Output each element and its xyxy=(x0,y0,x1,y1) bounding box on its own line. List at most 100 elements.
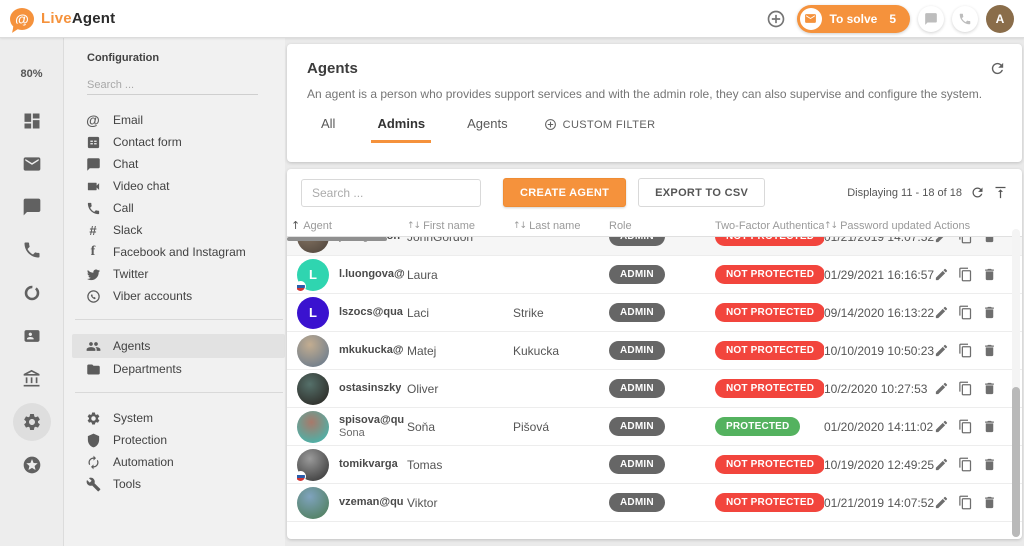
to-solve-button[interactable]: To solve 5 xyxy=(796,4,910,33)
export-csv-button[interactable]: EXPORT TO CSV xyxy=(638,178,766,207)
agent-row[interactable]: mkukucka@ Matej Kukucka ADMIN NOT PROTECTED 1… xyxy=(287,332,1022,370)
agent-email: tomikvarga xyxy=(339,458,398,470)
config-item-email[interactable]: @ Email xyxy=(64,109,285,131)
delete-icon[interactable] xyxy=(982,237,997,244)
horizontal-scrollbar-thumb[interactable] xyxy=(287,237,387,241)
config-divider xyxy=(75,319,283,320)
configuration-search-input[interactable] xyxy=(87,76,258,95)
edit-icon[interactable] xyxy=(934,305,949,320)
edit-icon[interactable] xyxy=(934,495,949,510)
agent-row[interactable]: Ll.luongova@ Laura ADMIN NOT PROTECTED 01/29… xyxy=(287,256,1022,294)
column-header-agent[interactable]: ↑ Agent xyxy=(291,219,407,232)
chat-icon xyxy=(85,157,101,172)
delete-icon[interactable] xyxy=(982,343,997,358)
delete-icon[interactable] xyxy=(982,495,997,510)
vertical-scrollbar-track[interactable] xyxy=(1012,229,1020,537)
delete-icon[interactable] xyxy=(982,457,997,472)
config-item-automation[interactable]: Automation xyxy=(64,451,285,473)
people-icon xyxy=(85,339,101,354)
agent-row[interactable]: vzeman@qu Viktor ADMIN NOT PROTECTED 01/21/2… xyxy=(287,484,1022,522)
column-header-actions: Actions xyxy=(934,219,971,232)
rail-mail-icon[interactable] xyxy=(13,145,51,183)
tab-custom-filter[interactable]: CUSTOM FILTER xyxy=(544,118,656,143)
agent-avatar xyxy=(297,372,329,405)
copy-icon[interactable] xyxy=(958,237,973,244)
agent-row[interactable]: johngordonJohnGordonADMINNOT PROTECTED01… xyxy=(287,237,1022,256)
phone-icon[interactable] xyxy=(952,5,978,32)
edit-icon[interactable] xyxy=(934,457,949,472)
config-item-protection[interactable]: Protection xyxy=(64,429,285,451)
edit-icon[interactable] xyxy=(934,343,949,358)
copy-icon[interactable] xyxy=(958,305,973,320)
copy-icon[interactable] xyxy=(958,419,973,434)
copy-icon[interactable] xyxy=(958,381,973,396)
copy-icon[interactable] xyxy=(958,343,973,358)
delete-icon[interactable] xyxy=(982,419,997,434)
refresh-icon[interactable] xyxy=(989,60,1006,77)
envelope-icon xyxy=(799,7,822,30)
rail-chat-icon[interactable] xyxy=(13,188,51,226)
table-header-row: ↑ Agent ↑↓ First name ↑↓ Last name Role Two-Fac… xyxy=(287,215,1022,237)
create-agent-button[interactable]: CREATE AGENT xyxy=(503,178,627,207)
page-description: An agent is a person who provides suppor… xyxy=(307,87,983,101)
chat-icon[interactable] xyxy=(918,5,944,32)
delete-icon[interactable] xyxy=(982,267,997,282)
scroll-to-top-icon[interactable] xyxy=(993,185,1008,200)
column-header-first-name[interactable]: ↑↓ First name xyxy=(407,220,513,232)
agent-email: spisova@qu Sona xyxy=(339,413,405,439)
config-item-system[interactable]: System xyxy=(64,407,285,429)
agent-avatar: L xyxy=(297,296,329,329)
config-item-call[interactable]: Call xyxy=(64,197,285,219)
agent-first-name: Matej xyxy=(407,343,437,358)
config-item-tools[interactable]: Tools xyxy=(64,473,285,495)
config-item-contact-form[interactable]: Contact form xyxy=(64,131,285,153)
rail-dashboard-icon[interactable] xyxy=(13,102,51,140)
rail-bank-icon[interactable] xyxy=(13,360,51,398)
agent-first-name: Viktor xyxy=(407,495,438,510)
config-item-video-chat[interactable]: Video chat xyxy=(64,175,285,197)
agent-row[interactable]: ostasinszky Oliver ADMIN NOT PROTECTED 10/2/… xyxy=(287,370,1022,408)
config-item-agents[interactable]: Agents xyxy=(72,334,285,358)
copy-icon[interactable] xyxy=(958,495,973,510)
rail-ring-icon[interactable] xyxy=(13,274,51,312)
agents-search-input[interactable] xyxy=(301,178,481,207)
config-item-facebook-and-instagram[interactable]: f Facebook and Instagram xyxy=(64,241,285,263)
tab-all[interactable]: All xyxy=(321,116,335,143)
role-badge: ADMIN xyxy=(609,417,665,436)
tab-agents[interactable]: Agents xyxy=(467,116,507,143)
edit-icon[interactable] xyxy=(934,419,949,434)
copy-icon[interactable] xyxy=(958,457,973,472)
delete-icon[interactable] xyxy=(982,305,997,320)
password-updated: 10/19/2020 12:49:25 xyxy=(824,457,934,472)
rail-call-icon[interactable] xyxy=(13,231,51,269)
viber-icon xyxy=(85,289,101,304)
edit-icon[interactable] xyxy=(934,381,949,396)
config-item-chat[interactable]: Chat xyxy=(64,153,285,175)
column-header-password-updated[interactable]: ↑↓ Password updated xyxy=(824,220,934,232)
column-header-last-name[interactable]: ↑↓ Last name xyxy=(513,220,609,232)
copy-icon[interactable] xyxy=(958,267,973,282)
agent-row[interactable]: tomikvarga Tomas ADMIN NOT PROTECTED 10/19/2… xyxy=(287,446,1022,484)
agent-row[interactable]: spisova@qu Sona Soňa Pišová ADMIN PROTECTED 01… xyxy=(287,408,1022,446)
edit-icon[interactable] xyxy=(934,237,949,244)
agent-first-name: Laura xyxy=(407,267,438,282)
agent-first-name: Laci xyxy=(407,305,430,320)
user-avatar[interactable]: A xyxy=(986,4,1014,33)
rail-star-icon[interactable] xyxy=(13,446,51,484)
agent-row[interactable]: Llszocs@qua Laci Strike ADMIN NOT PROTECTED 0… xyxy=(287,294,1022,332)
config-item-twitter[interactable]: Twitter xyxy=(64,263,285,285)
edit-icon[interactable] xyxy=(934,267,949,282)
wrench-icon xyxy=(85,477,101,492)
agent-last-name: Kukucka xyxy=(513,343,560,358)
rail-settings-icon[interactable] xyxy=(12,403,51,441)
vertical-scrollbar-thumb[interactable] xyxy=(1012,387,1020,537)
config-item-slack[interactable]: # Slack xyxy=(64,219,285,241)
config-item-departments[interactable]: Departments xyxy=(64,358,285,380)
config-item-viber-accounts[interactable]: Viber accounts xyxy=(64,285,285,307)
add-circle-icon[interactable] xyxy=(762,5,789,32)
rail-contacts-icon[interactable] xyxy=(13,317,51,355)
refresh-icon[interactable] xyxy=(970,185,985,200)
delete-icon[interactable] xyxy=(982,381,997,396)
password-updated: 01/21/2019 14:07:52 xyxy=(824,237,934,244)
tab-admins[interactable]: Admins xyxy=(371,116,432,143)
